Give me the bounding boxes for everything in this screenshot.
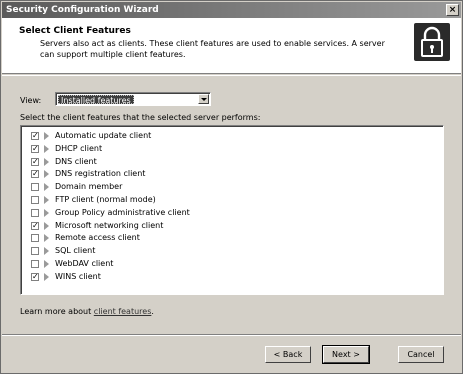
cancel-button[interactable]: Cancel xyxy=(398,346,444,363)
expand-arrow-icon[interactable] xyxy=(44,260,49,268)
view-select-value: Installed features xyxy=(58,95,134,105)
close-button[interactable]: × xyxy=(446,4,459,16)
checkbox-checked[interactable]: ✓ xyxy=(31,170,39,179)
header-divider xyxy=(2,75,461,76)
wizard-header: Select Client Features Servers also act … xyxy=(2,18,461,74)
checkbox-checked[interactable]: ✓ xyxy=(31,157,39,166)
window-title: Security Configuration Wizard xyxy=(6,5,159,15)
expand-arrow-icon[interactable] xyxy=(44,196,49,204)
view-label: View: xyxy=(20,96,42,105)
page-title: Select Client Features xyxy=(19,26,131,36)
checkbox-checked[interactable]: ✓ xyxy=(31,144,39,153)
lock-icon xyxy=(414,23,450,61)
page-description: Servers also act as clients. These clien… xyxy=(40,39,385,59)
client-features-list[interactable]: ✓ Automatic update client ✓ DHCP client ✓ DNS… xyxy=(20,125,444,295)
checkbox-unchecked[interactable] xyxy=(31,196,39,204)
learn-more-prefix: Learn more about xyxy=(20,307,94,316)
expand-arrow-icon[interactable] xyxy=(44,221,49,230)
checkbox-checked[interactable]: ✓ xyxy=(31,132,39,140)
footer-divider-highlight xyxy=(2,335,461,336)
next-button[interactable]: Next > xyxy=(322,345,370,364)
checkbox-unchecked[interactable] xyxy=(31,247,39,256)
checkbox-checked[interactable]: ✓ xyxy=(31,272,39,281)
expand-arrow-icon[interactable] xyxy=(44,157,49,166)
chevron-down-icon[interactable] xyxy=(198,94,209,104)
title-bar: Security Configuration Wizard × xyxy=(2,2,461,18)
checkbox-unchecked[interactable] xyxy=(31,208,39,217)
checkbox-checked[interactable]: ✓ xyxy=(31,221,39,230)
learn-more-suffix: . xyxy=(151,307,154,316)
expand-arrow-icon[interactable] xyxy=(44,234,49,243)
expand-arrow-icon[interactable] xyxy=(44,208,49,217)
wizard-window: Security Configuration Wizard × Select C… xyxy=(0,0,463,374)
expand-arrow-icon[interactable] xyxy=(44,144,49,153)
expand-arrow-icon[interactable] xyxy=(44,183,49,192)
expand-arrow-icon[interactable] xyxy=(44,132,49,140)
client-features-link[interactable]: client features xyxy=(94,307,152,316)
back-button[interactable]: < Back xyxy=(265,346,311,363)
expand-arrow-icon[interactable] xyxy=(44,272,49,281)
list-item-label: WINS client xyxy=(55,271,101,281)
checkbox-unchecked[interactable] xyxy=(31,234,39,243)
expand-arrow-icon[interactable] xyxy=(44,170,49,179)
checkbox-unchecked[interactable] xyxy=(31,183,39,192)
list-caption: Select the client features that the sele… xyxy=(20,113,261,122)
checkbox-unchecked[interactable] xyxy=(31,260,39,268)
expand-arrow-icon[interactable] xyxy=(44,247,49,256)
view-select[interactable]: Installed features xyxy=(55,92,211,106)
learn-more-text: Learn more about client features. xyxy=(20,307,154,316)
